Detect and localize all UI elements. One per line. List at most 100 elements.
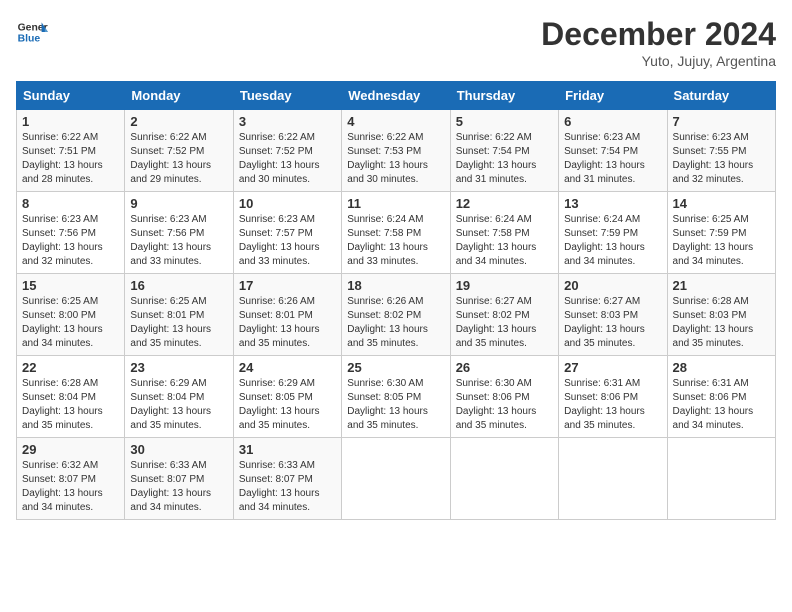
calendar-cell: 7 Sunrise: 6:23 AM Sunset: 7:55 PM Dayli… [667,110,775,192]
calendar-cell: 4 Sunrise: 6:22 AM Sunset: 7:53 PM Dayli… [342,110,450,192]
day-info: Sunrise: 6:26 AM Sunset: 8:02 PM Dayligh… [347,295,444,351]
calendar-cell: 23 Sunrise: 6:29 AM Sunset: 8:04 PM Dayl… [125,356,233,438]
month-title: December 2024 [541,16,776,53]
day-number: 16 [130,278,227,293]
calendar-row: 29 Sunrise: 6:32 AM Sunset: 8:07 PM Dayl… [17,438,776,520]
day-info: Sunrise: 6:29 AM Sunset: 8:05 PM Dayligh… [239,377,336,433]
day-number: 6 [564,114,661,129]
title-area: December 2024 Yuto, Jujuy, Argentina [541,16,776,69]
day-info: Sunrise: 6:30 AM Sunset: 8:05 PM Dayligh… [347,377,444,433]
day-number: 8 [22,196,119,211]
day-info: Sunrise: 6:33 AM Sunset: 8:07 PM Dayligh… [130,459,227,515]
day-info: Sunrise: 6:22 AM Sunset: 7:52 PM Dayligh… [130,131,227,187]
day-number: 10 [239,196,336,211]
calendar-cell: 29 Sunrise: 6:32 AM Sunset: 8:07 PM Dayl… [17,438,125,520]
calendar-cell: 27 Sunrise: 6:31 AM Sunset: 8:06 PM Dayl… [559,356,667,438]
weekday-header-cell: Wednesday [342,82,450,110]
calendar-cell: 13 Sunrise: 6:24 AM Sunset: 7:59 PM Dayl… [559,192,667,274]
calendar-cell: 19 Sunrise: 6:27 AM Sunset: 8:02 PM Dayl… [450,274,558,356]
calendar-cell: 22 Sunrise: 6:28 AM Sunset: 8:04 PM Dayl… [17,356,125,438]
calendar-cell: 3 Sunrise: 6:22 AM Sunset: 7:52 PM Dayli… [233,110,341,192]
day-info: Sunrise: 6:30 AM Sunset: 8:06 PM Dayligh… [456,377,553,433]
day-number: 21 [673,278,770,293]
day-info: Sunrise: 6:31 AM Sunset: 8:06 PM Dayligh… [673,377,770,433]
day-info: Sunrise: 6:22 AM Sunset: 7:52 PM Dayligh… [239,131,336,187]
day-number: 22 [22,360,119,375]
calendar-cell: 1 Sunrise: 6:22 AM Sunset: 7:51 PM Dayli… [17,110,125,192]
calendar-cell: 6 Sunrise: 6:23 AM Sunset: 7:54 PM Dayli… [559,110,667,192]
logo-icon: General Blue [16,16,48,48]
calendar-cell: 20 Sunrise: 6:27 AM Sunset: 8:03 PM Dayl… [559,274,667,356]
day-info: Sunrise: 6:28 AM Sunset: 8:03 PM Dayligh… [673,295,770,351]
calendar-cell: 25 Sunrise: 6:30 AM Sunset: 8:05 PM Dayl… [342,356,450,438]
calendar-row: 1 Sunrise: 6:22 AM Sunset: 7:51 PM Dayli… [17,110,776,192]
calendar-cell: 24 Sunrise: 6:29 AM Sunset: 8:05 PM Dayl… [233,356,341,438]
day-number: 24 [239,360,336,375]
weekday-header-cell: Saturday [667,82,775,110]
day-info: Sunrise: 6:23 AM Sunset: 7:54 PM Dayligh… [564,131,661,187]
day-info: Sunrise: 6:29 AM Sunset: 8:04 PM Dayligh… [130,377,227,433]
day-info: Sunrise: 6:22 AM Sunset: 7:51 PM Dayligh… [22,131,119,187]
calendar-cell: 17 Sunrise: 6:26 AM Sunset: 8:01 PM Dayl… [233,274,341,356]
calendar-cell: 31 Sunrise: 6:33 AM Sunset: 8:07 PM Dayl… [233,438,341,520]
day-number: 3 [239,114,336,129]
day-number: 27 [564,360,661,375]
calendar-row: 22 Sunrise: 6:28 AM Sunset: 8:04 PM Dayl… [17,356,776,438]
calendar-cell: 9 Sunrise: 6:23 AM Sunset: 7:56 PM Dayli… [125,192,233,274]
day-number: 28 [673,360,770,375]
day-info: Sunrise: 6:23 AM Sunset: 7:56 PM Dayligh… [22,213,119,269]
weekday-header-cell: Tuesday [233,82,341,110]
day-info: Sunrise: 6:32 AM Sunset: 8:07 PM Dayligh… [22,459,119,515]
day-number: 23 [130,360,227,375]
calendar-cell: 30 Sunrise: 6:33 AM Sunset: 8:07 PM Dayl… [125,438,233,520]
day-info: Sunrise: 6:26 AM Sunset: 8:01 PM Dayligh… [239,295,336,351]
day-number: 17 [239,278,336,293]
calendar-cell: 11 Sunrise: 6:24 AM Sunset: 7:58 PM Dayl… [342,192,450,274]
day-info: Sunrise: 6:24 AM Sunset: 7:59 PM Dayligh… [564,213,661,269]
weekday-header-cell: Friday [559,82,667,110]
day-info: Sunrise: 6:27 AM Sunset: 8:02 PM Dayligh… [456,295,553,351]
calendar-cell [342,438,450,520]
day-number: 5 [456,114,553,129]
header: General Blue December 2024 Yuto, Jujuy, … [16,16,776,69]
day-info: Sunrise: 6:23 AM Sunset: 7:57 PM Dayligh… [239,213,336,269]
calendar-cell: 16 Sunrise: 6:25 AM Sunset: 8:01 PM Dayl… [125,274,233,356]
svg-text:Blue: Blue [18,34,41,45]
day-number: 30 [130,442,227,457]
day-number: 26 [456,360,553,375]
day-info: Sunrise: 6:25 AM Sunset: 8:00 PM Dayligh… [22,295,119,351]
day-number: 11 [347,196,444,211]
calendar-cell [559,438,667,520]
day-info: Sunrise: 6:24 AM Sunset: 7:58 PM Dayligh… [347,213,444,269]
day-info: Sunrise: 6:23 AM Sunset: 7:55 PM Dayligh… [673,131,770,187]
calendar-cell: 12 Sunrise: 6:24 AM Sunset: 7:58 PM Dayl… [450,192,558,274]
calendar-cell [667,438,775,520]
calendar-cell: 18 Sunrise: 6:26 AM Sunset: 8:02 PM Dayl… [342,274,450,356]
day-number: 1 [22,114,119,129]
day-number: 31 [239,442,336,457]
calendar-body: 1 Sunrise: 6:22 AM Sunset: 7:51 PM Dayli… [17,110,776,520]
calendar-cell [450,438,558,520]
day-info: Sunrise: 6:28 AM Sunset: 8:04 PM Dayligh… [22,377,119,433]
calendar-cell: 8 Sunrise: 6:23 AM Sunset: 7:56 PM Dayli… [17,192,125,274]
calendar-cell: 21 Sunrise: 6:28 AM Sunset: 8:03 PM Dayl… [667,274,775,356]
day-info: Sunrise: 6:22 AM Sunset: 7:54 PM Dayligh… [456,131,553,187]
calendar-row: 8 Sunrise: 6:23 AM Sunset: 7:56 PM Dayli… [17,192,776,274]
calendar-cell: 2 Sunrise: 6:22 AM Sunset: 7:52 PM Dayli… [125,110,233,192]
day-number: 14 [673,196,770,211]
weekday-header-cell: Thursday [450,82,558,110]
day-info: Sunrise: 6:25 AM Sunset: 8:01 PM Dayligh… [130,295,227,351]
day-number: 13 [564,196,661,211]
weekday-header-cell: Sunday [17,82,125,110]
day-number: 15 [22,278,119,293]
day-number: 25 [347,360,444,375]
day-number: 18 [347,278,444,293]
calendar-row: 15 Sunrise: 6:25 AM Sunset: 8:00 PM Dayl… [17,274,776,356]
day-number: 2 [130,114,227,129]
day-number: 20 [564,278,661,293]
day-number: 7 [673,114,770,129]
calendar-cell: 5 Sunrise: 6:22 AM Sunset: 7:54 PM Dayli… [450,110,558,192]
weekday-header-cell: Monday [125,82,233,110]
day-number: 29 [22,442,119,457]
calendar-cell: 10 Sunrise: 6:23 AM Sunset: 7:57 PM Dayl… [233,192,341,274]
